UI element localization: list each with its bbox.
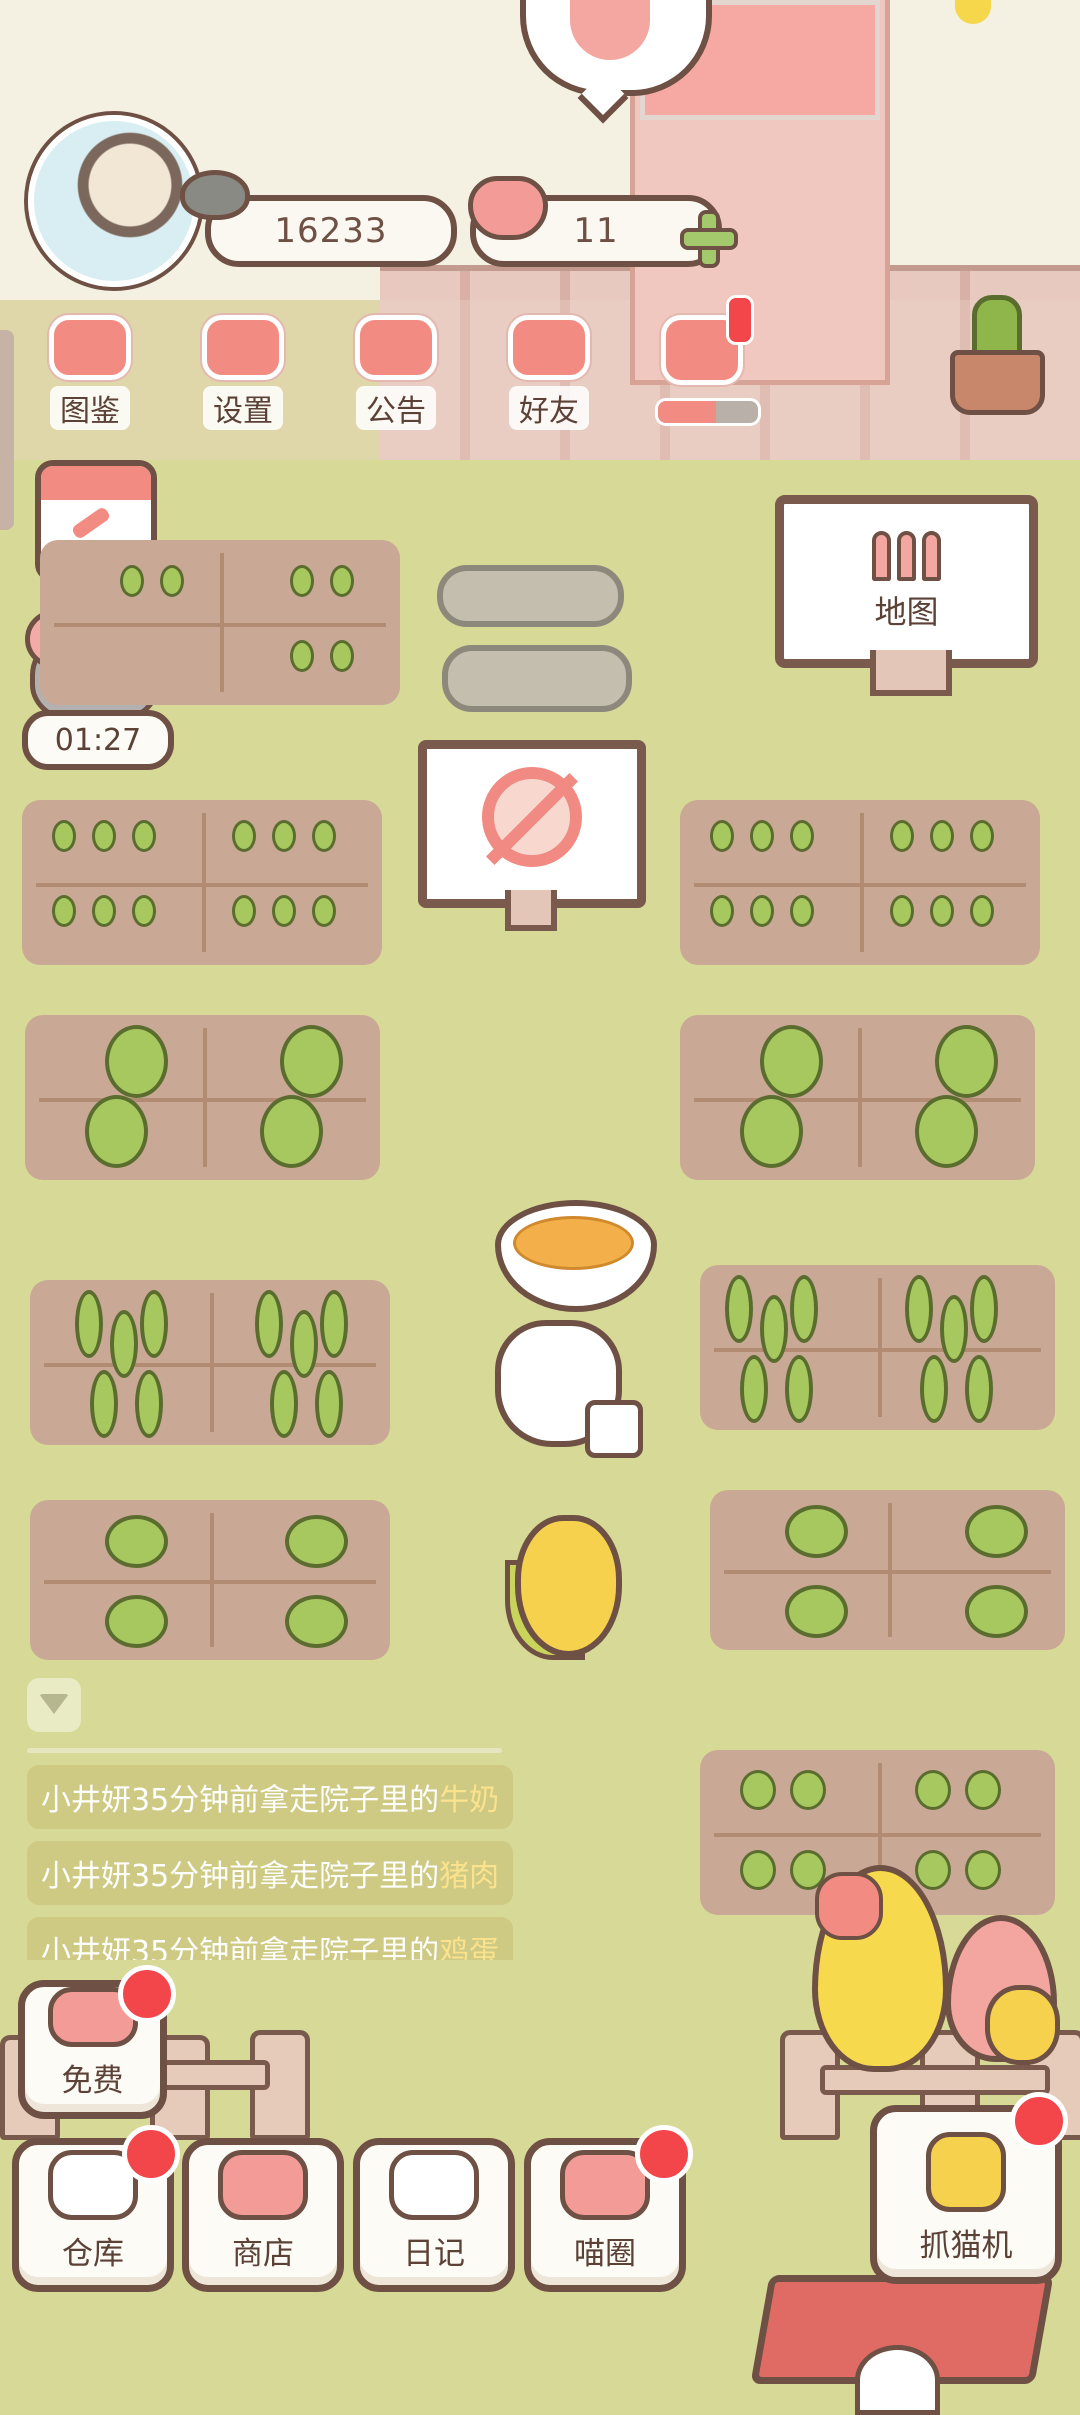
soup-icon: [513, 1216, 634, 1270]
crop-plot[interactable]: [30, 1500, 390, 1660]
no-chicken-sign-post: [505, 890, 557, 931]
notification-badge: [635, 2125, 693, 2183]
map-sign-post: [870, 650, 952, 696]
log-entry: 小井妍35分钟前拿走院子里的 牛奶: [27, 1765, 547, 1841]
free-label: 免费: [61, 2063, 124, 2099]
heart-gift-progress: [655, 398, 761, 426]
notification-badge: [122, 2125, 180, 2183]
notification-badge: [118, 1965, 176, 2023]
cat-house[interactable]: [750, 2275, 1054, 2415]
crop-plot[interactable]: [25, 1015, 380, 1180]
cat-face-icon: [49, 315, 131, 380]
corn-item[interactable]: [515, 1515, 622, 1657]
notification-badge: [1010, 2092, 1068, 2150]
cat-circle-label: 喵圈: [574, 2236, 636, 2272]
add-hearts-button[interactable]: [680, 210, 738, 268]
no-chicken-sign: [418, 740, 646, 908]
log-entry-text: 小井妍35分钟前拿走院子里的: [41, 1935, 440, 1960]
claw-machine-label: 抓猫机: [919, 2228, 1013, 2264]
crop-plot[interactable]: [22, 800, 382, 965]
diary-label: 日记: [403, 2236, 465, 2272]
diary-icon: [389, 2150, 479, 2220]
crop-plot[interactable]: [680, 800, 1040, 965]
fence-rail: [820, 2065, 1050, 2095]
warehouse-label: 仓库: [62, 2236, 124, 2272]
log-entry-text: 小井妍35分钟前拿走院子里的: [41, 1859, 440, 1894]
menu-friends-button[interactable]: 好友: [489, 315, 609, 430]
mouse-timer: 01:27: [22, 710, 174, 770]
log-entry: 小井妍35分钟前拿走院子里的 鸡蛋: [27, 1917, 547, 1960]
menu-label: 设置: [203, 386, 283, 430]
fence-map-icon: [871, 530, 942, 581]
player-avatar[interactable]: [28, 115, 200, 287]
map-label: 地图: [874, 592, 939, 631]
log-collapse-button[interactable]: [27, 1678, 81, 1732]
claw-icon: [926, 2132, 1006, 2212]
friends-icon: [508, 315, 590, 380]
cactus-pot-icon: [950, 295, 1045, 415]
log-entry-item: 猪肉: [439, 1859, 500, 1894]
gear-icon: [202, 315, 284, 380]
pineapple-icon: [985, 1985, 1060, 2065]
map-button[interactable]: 地图: [775, 495, 1038, 668]
crop-plot[interactable]: [30, 1280, 390, 1445]
heart-gift-progress-fill: [658, 401, 716, 423]
log-entry-item: 牛奶: [439, 1783, 500, 1818]
coin-count: 16233: [274, 211, 388, 251]
calendar-header: [41, 466, 151, 500]
gift-icon: [355, 315, 437, 380]
crop-plot[interactable]: [680, 1015, 1035, 1180]
heart-icon: [468, 176, 548, 240]
menu-settings-button[interactable]: 设置: [183, 315, 303, 430]
crop-plot[interactable]: [710, 1490, 1065, 1650]
fish-coin-icon: [180, 170, 250, 220]
fence-rail: [160, 2060, 270, 2090]
log-entry-item: 鸡蛋: [439, 1935, 500, 1960]
menu-label: 好友: [509, 386, 589, 430]
shop-label: 商店: [232, 2236, 294, 2272]
shop-button[interactable]: 商店: [182, 2138, 344, 2292]
exclamation-badge: [726, 295, 754, 345]
activity-log: 小井妍35分钟前拿走院子里的 牛奶 小井妍35分钟前拿走院子里的 猪肉 小井妍35分…: [27, 1765, 547, 1960]
log-entry-text: 小井妍35分钟前拿走院子里的: [41, 1783, 440, 1818]
stepping-stone: [437, 565, 624, 627]
log-divider: [27, 1748, 502, 1753]
log-entry: 小井妍35分钟前拿走院子里的 猪肉: [27, 1841, 547, 1917]
menu-catalog-button[interactable]: 图鉴: [30, 315, 150, 430]
heart-count: 11: [573, 211, 619, 251]
side-drawer-tab[interactable]: [0, 330, 14, 530]
crop-plot[interactable]: [40, 540, 400, 705]
shop-icon: [218, 2150, 308, 2220]
chick-icon: [855, 2345, 940, 2415]
menu-announcement-button[interactable]: 公告: [336, 315, 456, 430]
flower-icon: [815, 1872, 883, 1940]
menu-label: 公告: [356, 386, 436, 430]
crop-plot[interactable]: [700, 1265, 1055, 1430]
pencil-icon: [70, 505, 112, 541]
sugar-cube-icon: [585, 1400, 643, 1458]
diary-button[interactable]: 日记: [353, 2138, 515, 2292]
menu-label: 图鉴: [50, 386, 130, 430]
stepping-stone: [442, 645, 632, 712]
